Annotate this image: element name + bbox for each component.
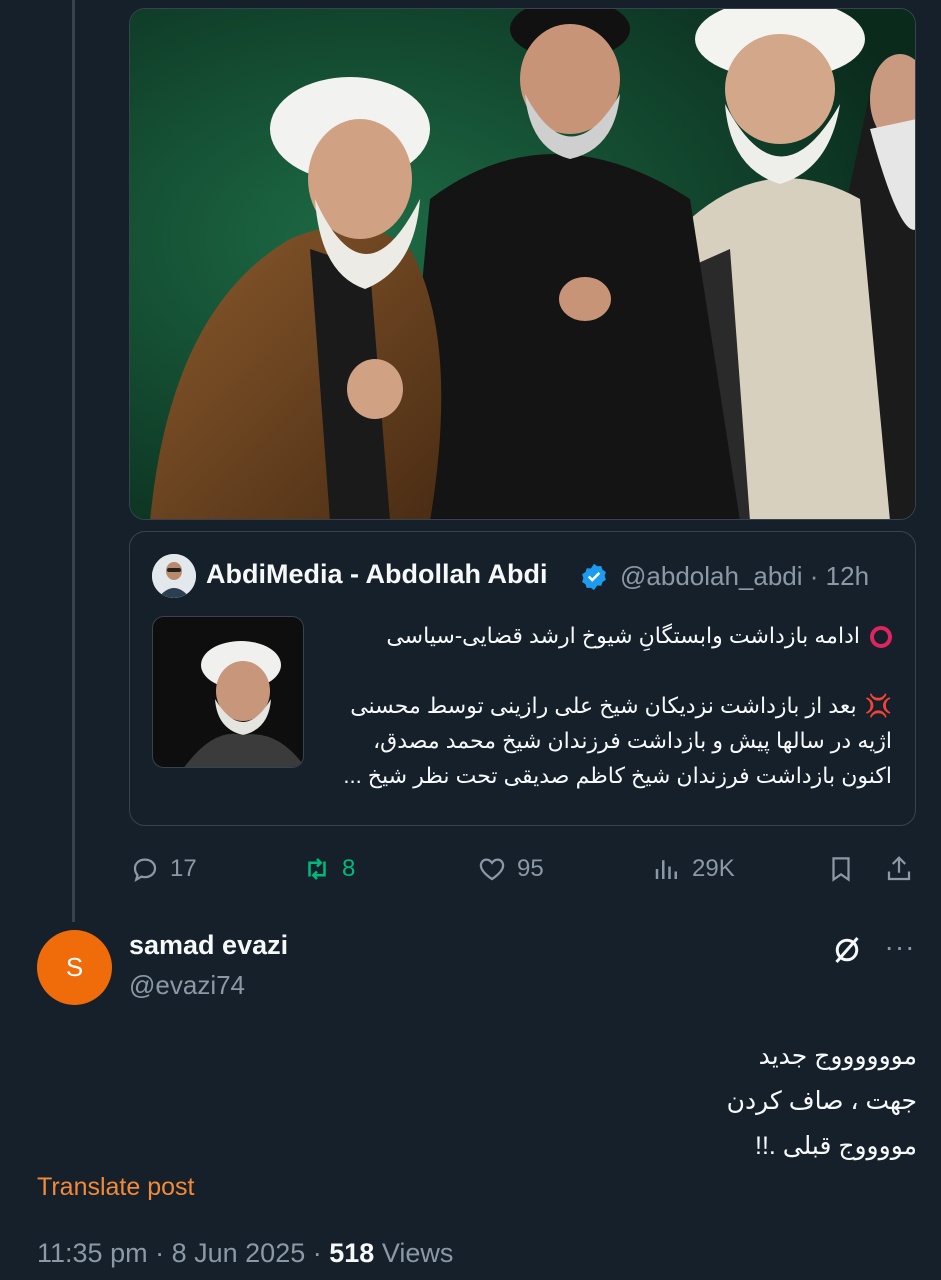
anger-symbol-icon: 💢 xyxy=(864,693,892,718)
views-count: 518 xyxy=(329,1238,375,1268)
hollow-red-circle-icon xyxy=(870,626,892,649)
reply-author-avatar[interactable]: S xyxy=(37,930,112,1005)
verified-badge-icon xyxy=(582,563,606,591)
reply-author-name[interactable]: samad evazi xyxy=(129,930,288,961)
reply-count: 17 xyxy=(170,855,197,882)
translate-post-link[interactable]: Translate post xyxy=(37,1173,194,1202)
bookmark-button[interactable] xyxy=(826,846,856,892)
quoted-author-name[interactable]: AbdiMedia - Abdollah Abdi xyxy=(206,559,547,590)
separator-dot: · xyxy=(155,1238,165,1268)
tweet-date[interactable]: 8 Jun 2025 xyxy=(172,1238,306,1268)
clerics-photo xyxy=(130,9,915,519)
quoted-headline-text: ادامه بازداشت وابستگانِ شیوخ ارشد قضایی-… xyxy=(386,623,860,648)
share-upload-icon xyxy=(887,856,911,881)
quoted-tweet-text: ادامه بازداشت وابستگانِ شیوخ ارشد قضایی-… xyxy=(330,618,892,793)
like-button[interactable]: 95 xyxy=(477,846,544,892)
reply-button[interactable]: 17 xyxy=(130,846,197,892)
quoted-headline-line: ادامه بازداشت وابستگانِ شیوخ ارشد قضایی-… xyxy=(330,618,892,653)
tweet-action-bar: 17 8 95 29K xyxy=(0,846,941,892)
retweet-icon xyxy=(308,858,326,880)
reply-text-line-3: مووووج قبلی .!! xyxy=(755,1132,917,1160)
avatar-letter: S xyxy=(65,952,84,982)
quoted-author-handle-and-time[interactable]: @abdolah_abdi · 12h xyxy=(620,561,869,592)
tweet-time[interactable]: 11:35 pm xyxy=(37,1238,148,1268)
bookmark-icon xyxy=(832,857,850,882)
tweet-meta-line: 11:35 pm · 8 Jun 2025 · 518 Views xyxy=(37,1238,453,1269)
like-count: 95 xyxy=(517,855,544,882)
grok-icon[interactable] xyxy=(829,932,865,968)
reply-author-handle[interactable]: @evazi74 xyxy=(129,970,245,1001)
retweet-button[interactable]: 8 xyxy=(302,846,355,892)
separator-dot: · xyxy=(312,1238,322,1268)
quoted-tweet-card[interactable]: AbdiMedia - Abdollah Abdi @abdolah_abdi … xyxy=(129,531,916,826)
retweet-count: 8 xyxy=(342,855,356,882)
share-button[interactable] xyxy=(884,846,914,892)
reply-text-line-2: جهت ، صاف کردن xyxy=(726,1087,917,1115)
thread-connector-line xyxy=(72,0,75,922)
views-label: Views xyxy=(381,1238,454,1268)
quoted-tweet-thumbnail[interactable] xyxy=(152,616,304,768)
quoted-body-line-3: اکنون بازداشت فرزندان شیخ کاظم صدیقی تحت… xyxy=(343,763,892,788)
more-options-icon[interactable]: ··· xyxy=(882,932,918,968)
quoted-tweet-time: · 12h xyxy=(809,561,870,591)
quoted-body-line-1: 💢 بعد از بازداشت نزدیکان شیخ علی رازینی ت… xyxy=(330,688,892,723)
quoted-author-avatar[interactable] xyxy=(152,554,196,598)
reply-icon xyxy=(133,858,157,882)
quoted-author-handle[interactable]: @abdolah_abdi xyxy=(620,561,803,591)
quoted-body-line-2: اژیه در سالها پیش و بازداشت فرزندان شیخ … xyxy=(373,728,892,753)
view-count: 29K xyxy=(692,855,735,882)
views-button[interactable]: 29K xyxy=(652,846,735,892)
heart-icon xyxy=(479,858,505,881)
quoted-body-text-1: بعد از بازداشت نزدیکان شیخ علی رازینی تو… xyxy=(350,693,857,718)
analytics-bars-icon xyxy=(655,860,677,879)
reply-text-line-1: مووووووج جدید xyxy=(758,1042,917,1070)
reply-tweet-text: مووووووج جدید جهت ، صاف کردن مووووج قبلی… xyxy=(129,1034,917,1169)
tweet-media-photo[interactable] xyxy=(129,8,916,520)
